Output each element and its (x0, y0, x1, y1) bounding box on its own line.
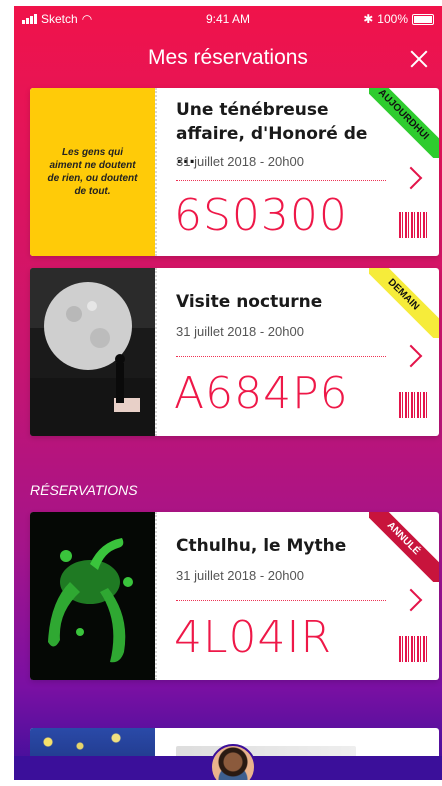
ribbon-label: AUJOURDHUI (369, 88, 439, 158)
card-date: 31 juillet 2018 - 20h00 (176, 568, 304, 583)
app-screen: Sketch ◠ 9:41 AM ✱ 100% Mes réservations… (14, 6, 442, 780)
card-title: Visite nocturne (176, 292, 323, 312)
status-bar: Sketch ◠ 9:41 AM ✱ 100% (14, 6, 442, 32)
ticket-perforation (155, 268, 157, 436)
divider (176, 600, 386, 601)
divider (176, 356, 386, 357)
divider (176, 180, 386, 181)
battery-icon (412, 13, 434, 25)
card-image (30, 268, 155, 436)
booking-code: A684P6 (174, 368, 349, 419)
card-date: 31 juillet 2018 - 20h00 (176, 324, 304, 339)
barcode-icon (399, 636, 429, 662)
ribbon-label: ANNULÉ (369, 512, 439, 582)
card-title: Cthulhu, le Mythe (176, 536, 347, 556)
barcode-icon (399, 392, 429, 418)
nav-bar: Mes réservations (14, 36, 442, 82)
ribbon-label: DEMAIN (369, 268, 439, 338)
ticket-perforation (155, 88, 157, 256)
octopus-photo (30, 512, 155, 680)
reservation-card[interactable]: Visite nocturne 31 juillet 2018 - 20h00 … (30, 268, 439, 436)
page-title: Mes réservations (148, 46, 308, 69)
reservation-card[interactable]: Les gens qui aiment ne doutent de rien, … (30, 88, 439, 256)
status-right: ✱ 100% (363, 12, 434, 26)
battery-label: 100% (377, 12, 408, 26)
card-quote: Les gens qui aiment ne doutent de rien, … (47, 147, 138, 197)
reservation-card[interactable]: Cthulhu, le Mythe 31 juillet 2018 - 20h0… (30, 512, 439, 680)
card-image: Les gens qui aiment ne doutent de rien, … (30, 88, 155, 256)
status-ribbon: AUJOURDHUI (369, 88, 439, 158)
card-image (30, 512, 155, 680)
ticket-perforation (155, 512, 157, 680)
booking-code: 6S0300 (174, 190, 348, 241)
chevron-right-icon[interactable] (399, 344, 423, 368)
status-ribbon: ANNULÉ (369, 512, 439, 582)
booking-code: 4L04IR (174, 612, 333, 663)
chevron-right-icon[interactable] (399, 588, 423, 612)
barcode-icon (399, 212, 429, 238)
card-date: 31 juillet 2018 - 20h00 (176, 154, 304, 169)
bluetooth-icon: ✱ (363, 12, 374, 26)
section-title: RÉSERVATIONS (30, 482, 138, 498)
chevron-right-icon[interactable] (399, 166, 423, 190)
status-ribbon: DEMAIN (369, 268, 439, 338)
close-icon[interactable] (406, 46, 432, 72)
moon-photo (30, 268, 155, 436)
